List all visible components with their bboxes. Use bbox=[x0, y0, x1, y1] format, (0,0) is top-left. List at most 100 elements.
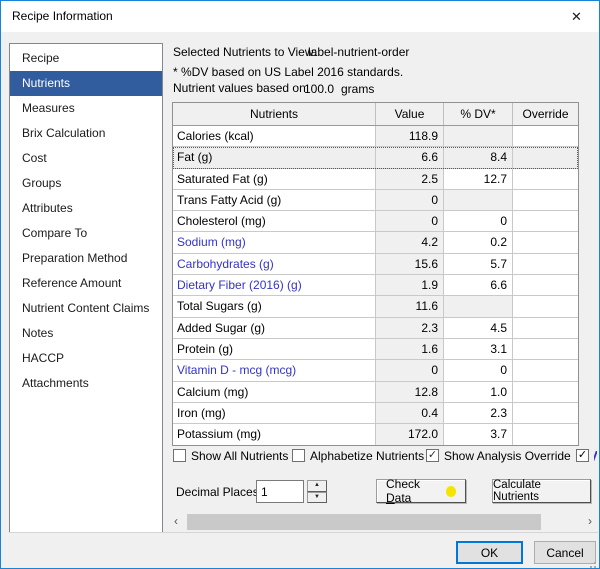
spinner-up-icon[interactable]: ▲ bbox=[307, 480, 327, 492]
decimal-places-stepper: ▲ ▼ bbox=[307, 480, 327, 503]
nutrient-dv-cell[interactable]: 2.3 bbox=[444, 402, 513, 425]
table-row[interactable]: Saturated Fat (g) 2.5 12.7 bbox=[173, 168, 578, 190]
calculate-nutrients-button[interactable]: Calculate Nutrients bbox=[492, 479, 591, 503]
nutrient-override-cell[interactable] bbox=[513, 232, 578, 254]
checkbox-label[interactable]: Alphabetize Nutrients bbox=[310, 449, 424, 463]
table-row[interactable]: Vitamin D - mcg (mcg) 0 0 bbox=[173, 360, 578, 382]
column-header-dv[interactable]: % DV* bbox=[444, 103, 513, 125]
column-header-override[interactable]: Override bbox=[513, 103, 578, 125]
basis-unit: grams bbox=[341, 82, 375, 96]
sidebar-item-attributes[interactable]: Attributes bbox=[10, 196, 162, 221]
nutrient-dv-cell[interactable]: 1.0 bbox=[444, 381, 513, 403]
nutrient-override-cell[interactable] bbox=[513, 126, 578, 148]
spinner-down-icon[interactable]: ▼ bbox=[307, 491, 327, 503]
column-header-nutrients[interactable]: Nutrients bbox=[173, 103, 376, 125]
nutrient-override-cell[interactable] bbox=[513, 189, 578, 212]
nutrient-value-cell[interactable]: 2.3 bbox=[376, 317, 444, 339]
nutrient-value-cell[interactable]: 12.8 bbox=[376, 381, 444, 403]
nutrient-override-cell[interactable] bbox=[513, 338, 578, 361]
checkbox-label[interactable]: Show All Nutrients bbox=[191, 449, 288, 463]
scroll-left-icon[interactable]: ‹ bbox=[168, 514, 184, 530]
nutrient-value-cell[interactable]: 0 bbox=[376, 211, 444, 233]
table-row[interactable]: Protein (g) 1.6 3.1 bbox=[173, 338, 578, 361]
cancel-button[interactable]: Cancel bbox=[534, 541, 596, 564]
nutrient-dv-cell[interactable]: 4.5 bbox=[444, 317, 513, 339]
checkbox-show-analysis-override[interactable]: ✓ bbox=[426, 449, 439, 462]
table-row[interactable]: Calories (kcal) 118.9 bbox=[173, 126, 578, 148]
nutrient-dv-cell[interactable]: 5.7 bbox=[444, 253, 513, 276]
sidebar-item-recipe[interactable]: Recipe bbox=[10, 46, 162, 71]
nutrient-value-cell[interactable]: 0 bbox=[376, 189, 444, 212]
table-row[interactable]: Fat (g) 6.6 8.4 bbox=[173, 147, 578, 169]
nutrient-override-cell[interactable] bbox=[513, 253, 578, 276]
nutrient-value-cell[interactable]: 0.4 bbox=[376, 402, 444, 425]
table-row[interactable]: Total Sugars (g) 11.6 bbox=[173, 296, 578, 318]
nutrient-override-cell[interactable] bbox=[513, 147, 578, 169]
table-row[interactable]: Added Sugar (g) 2.3 4.5 bbox=[173, 317, 578, 339]
sidebar-item-nutrients[interactable]: Nutrients bbox=[10, 71, 162, 96]
nutrient-dv-cell[interactable]: 6.6 bbox=[444, 275, 513, 297]
table-row[interactable]: Potassium (mg) 172.0 3.7 bbox=[173, 424, 578, 446]
checkbox-show-all-nutrients[interactable] bbox=[173, 449, 186, 462]
sidebar-item-groups[interactable]: Groups bbox=[10, 171, 162, 196]
nutrient-dv-cell[interactable] bbox=[444, 126, 513, 148]
nutrient-dv-cell[interactable]: 0 bbox=[444, 211, 513, 233]
checkbox-clipped[interactable]: ✓ bbox=[576, 449, 589, 462]
sidebar-item-reference-amount[interactable]: Reference Amount bbox=[10, 271, 162, 296]
nutrient-dv-cell[interactable]: 0.2 bbox=[444, 232, 513, 254]
close-icon[interactable]: ✕ bbox=[554, 1, 599, 32]
sidebar-item-cost[interactable]: Cost bbox=[10, 146, 162, 171]
resize-grip[interactable] bbox=[594, 562, 596, 564]
table-row[interactable]: Dietary Fiber (2016) (g) 1.9 6.6 bbox=[173, 275, 578, 297]
nutrient-value-cell[interactable]: 0 bbox=[376, 360, 444, 382]
column-header-value[interactable]: Value bbox=[376, 103, 444, 125]
nutrient-override-cell[interactable] bbox=[513, 381, 578, 403]
sidebar-item-preparation-method[interactable]: Preparation Method bbox=[10, 246, 162, 271]
nutrient-override-cell[interactable] bbox=[513, 424, 578, 446]
nutrient-dv-cell[interactable]: 8.4 bbox=[444, 147, 513, 169]
nutrient-value-cell[interactable]: 172.0 bbox=[376, 424, 444, 446]
sidebar-item-brix-calculation[interactable]: Brix Calculation bbox=[10, 121, 162, 146]
nutrient-value-cell[interactable]: 15.6 bbox=[376, 253, 444, 276]
nutrient-dv-cell[interactable]: 3.7 bbox=[444, 424, 513, 446]
table-row[interactable]: Sodium (mg) 4.2 0.2 bbox=[173, 232, 578, 254]
nutrient-dv-cell[interactable] bbox=[444, 296, 513, 318]
nutrient-value-cell[interactable]: 1.9 bbox=[376, 275, 444, 297]
nutrient-override-cell[interactable] bbox=[513, 211, 578, 233]
nutrient-value-cell[interactable]: 11.6 bbox=[376, 296, 444, 318]
check-data-button[interactable]: Check Data bbox=[376, 477, 466, 505]
decimal-places-input[interactable] bbox=[256, 480, 304, 503]
table-row[interactable]: Cholesterol (mg) 0 0 bbox=[173, 211, 578, 233]
sidebar-item-attachments[interactable]: Attachments bbox=[10, 371, 162, 396]
scroll-right-icon[interactable]: › bbox=[582, 514, 598, 530]
checkbox-label[interactable]: Show Analysis Override bbox=[444, 449, 571, 463]
table-row[interactable]: Trans Fatty Acid (g) 0 bbox=[173, 189, 578, 212]
nutrient-override-cell[interactable] bbox=[513, 168, 578, 190]
table-row[interactable]: Calcium (mg) 12.8 1.0 bbox=[173, 381, 578, 403]
nutrient-override-cell[interactable] bbox=[513, 275, 578, 297]
ok-button[interactable]: OK bbox=[456, 541, 523, 564]
horizontal-scrollbar[interactable]: ‹ › bbox=[168, 514, 598, 530]
nutrient-value-cell[interactable]: 6.6 bbox=[376, 147, 444, 169]
nutrient-dv-cell[interactable]: 3.1 bbox=[444, 338, 513, 361]
nutrient-value-cell[interactable]: 2.5 bbox=[376, 168, 444, 190]
nutrient-dv-cell[interactable]: 0 bbox=[444, 360, 513, 382]
nutrient-override-cell[interactable] bbox=[513, 360, 578, 382]
sidebar-item-nutrient-content-claims[interactable]: Nutrient Content Claims bbox=[10, 296, 162, 321]
nutrient-override-cell[interactable] bbox=[513, 402, 578, 425]
scrollbar-thumb[interactable] bbox=[187, 514, 541, 530]
nutrient-dv-cell[interactable]: 12.7 bbox=[444, 168, 513, 190]
nutrient-override-cell[interactable] bbox=[513, 296, 578, 318]
nutrient-value-cell[interactable]: 1.6 bbox=[376, 338, 444, 361]
sidebar-item-notes[interactable]: Notes bbox=[10, 321, 162, 346]
table-row[interactable]: Carbohydrates (g) 15.6 5.7 bbox=[173, 253, 578, 276]
sidebar-item-compare-to[interactable]: Compare To bbox=[10, 221, 162, 246]
table-row[interactable]: Iron (mg) 0.4 2.3 bbox=[173, 402, 578, 425]
sidebar-item-measures[interactable]: Measures bbox=[10, 96, 162, 121]
nutrient-value-cell[interactable]: 4.2 bbox=[376, 232, 444, 254]
nutrient-override-cell[interactable] bbox=[513, 317, 578, 339]
nutrient-dv-cell[interactable] bbox=[444, 189, 513, 212]
checkbox-alphabetize-nutrients[interactable] bbox=[292, 449, 305, 462]
nutrient-value-cell[interactable]: 118.9 bbox=[376, 126, 444, 148]
sidebar-item-haccp[interactable]: HACCP bbox=[10, 346, 162, 371]
